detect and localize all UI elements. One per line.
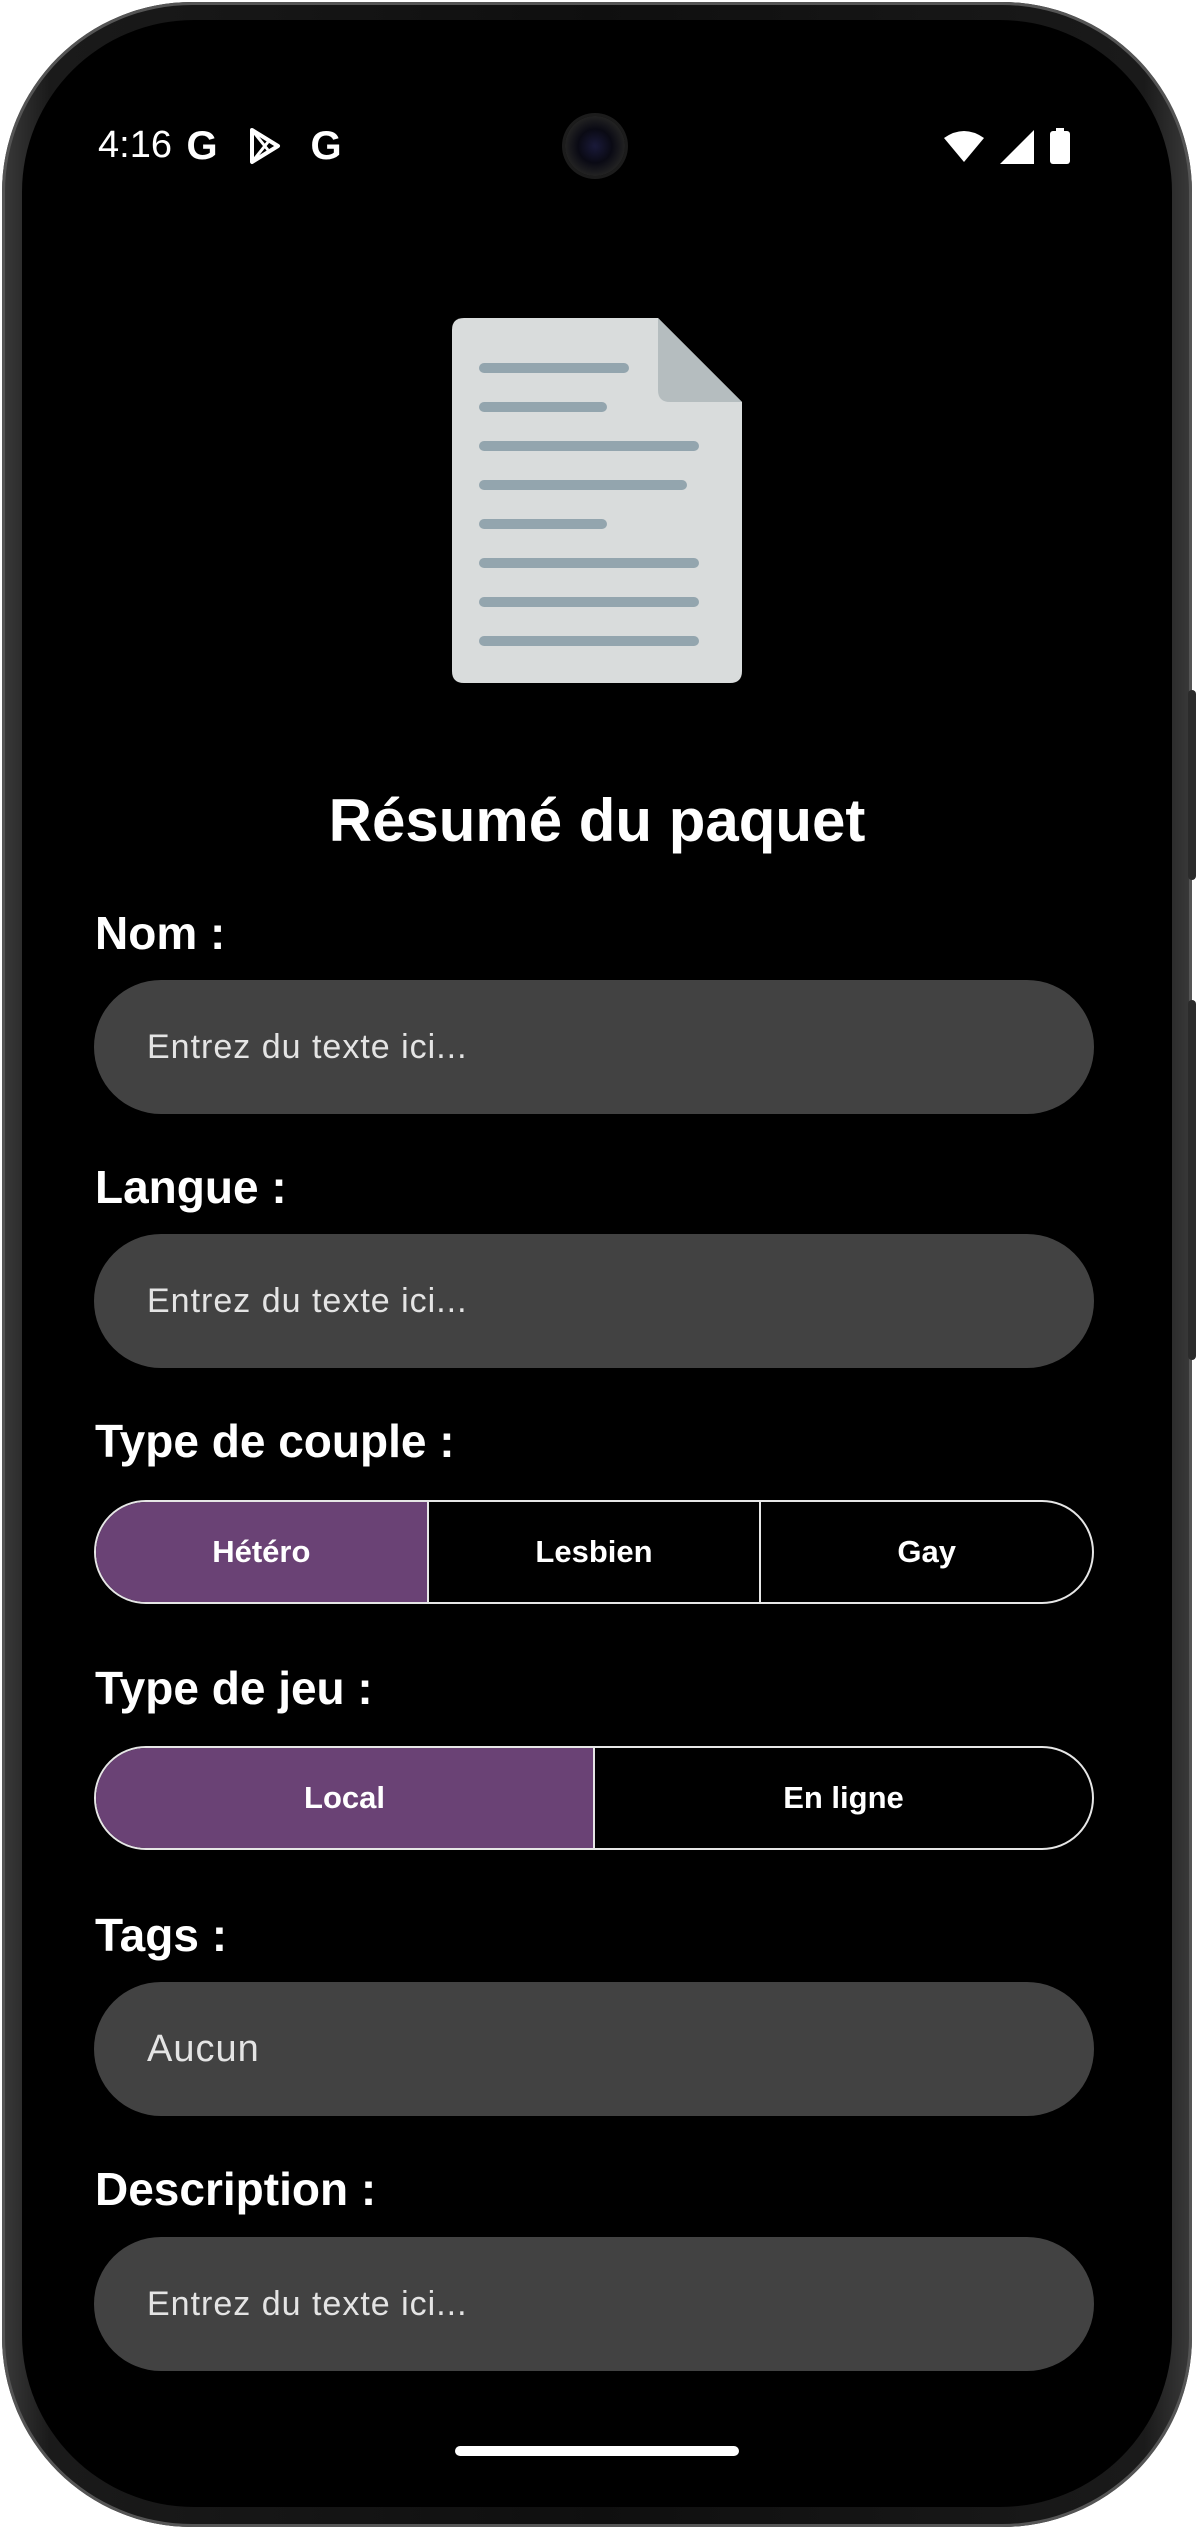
tags-value: Aucun [147, 2027, 260, 2070]
language-label: Langue : [95, 1161, 287, 1213]
front-camera [565, 116, 625, 176]
game-type-label: Type de jeu : [95, 1662, 373, 1714]
name-placeholder: Entrez du texte ici... [147, 1027, 468, 1066]
couple-type-option-gay[interactable]: Gay [759, 1502, 1092, 1602]
game-type-option-local[interactable]: Local [96, 1748, 593, 1848]
description-label: Description : [95, 2163, 377, 2215]
signal-icon [1000, 130, 1034, 169]
status-time: 4:16 [98, 124, 172, 166]
wifi-icon [944, 130, 984, 169]
play-store-icon [244, 126, 284, 171]
google-g-icon: G [310, 124, 342, 168]
couple-type-option-lesbien[interactable]: Lesbien [426, 1502, 760, 1602]
language-input[interactable]: Entrez du texte ici... [94, 1234, 1094, 1368]
language-placeholder: Entrez du texte ici... [147, 1281, 468, 1320]
volume-button [1188, 690, 1196, 880]
status-right-icons [944, 128, 1070, 169]
google-g-icon: G [186, 124, 218, 168]
name-label: Nom : [95, 907, 226, 959]
status-left-icons: G G [182, 126, 346, 171]
couple-type-selector: Hétéro Lesbien Gay [94, 1500, 1094, 1604]
screen: 4:16 G G Résumé du paquet Nom: Entrez d… [22, 20, 1172, 2507]
game-type-selector: Local En ligne [94, 1746, 1094, 1850]
description-placeholder: Entrez du texte ici... [147, 2284, 468, 2323]
document-icon [452, 318, 742, 688]
home-indicator[interactable] [455, 2446, 739, 2456]
couple-type-label: Type de couple : [95, 1415, 455, 1467]
tags-label: Tags : [95, 1909, 228, 1961]
power-button [1188, 1000, 1196, 1360]
description-input[interactable]: Entrez du texte ici... [94, 2237, 1094, 2371]
name-input[interactable]: Entrez du texte ici... [94, 980, 1094, 1114]
game-type-option-online[interactable]: En ligne [593, 1748, 1092, 1848]
couple-type-option-hetero[interactable]: Hétéro [96, 1502, 427, 1602]
battery-icon [1050, 128, 1070, 169]
tags-field[interactable]: Aucun [94, 1982, 1094, 2116]
page-title: Résumé du paquet [328, 787, 866, 854]
